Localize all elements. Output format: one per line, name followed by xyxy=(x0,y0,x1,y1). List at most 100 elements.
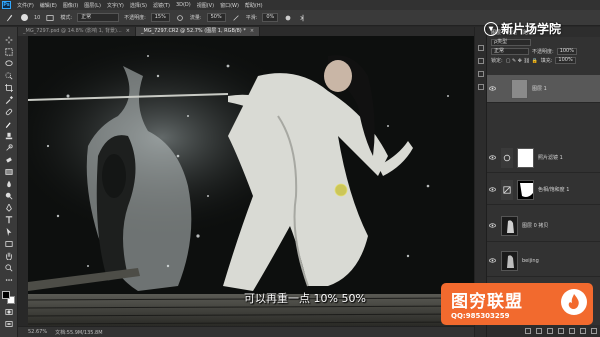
eraser-tool-icon[interactable] xyxy=(4,155,14,164)
move-tool-icon[interactable] xyxy=(4,35,14,44)
dodge-tool-icon[interactable] xyxy=(4,191,14,200)
blur-tool-icon[interactable] xyxy=(4,179,14,188)
layer-row[interactable]: 图层 0 拷贝 xyxy=(487,210,600,242)
link-layers-icon[interactable] xyxy=(525,328,531,334)
brush-tool-sidebar-icon[interactable] xyxy=(4,119,14,128)
mode-select[interactable]: 正常 xyxy=(77,13,120,22)
blend-mode-select[interactable]: 正常 xyxy=(491,48,529,55)
layer-mask-thumbnail[interactable] xyxy=(517,179,534,200)
marquee-tool-icon[interactable] xyxy=(4,47,14,56)
zoom-level[interactable]: 52.67% xyxy=(28,329,47,335)
eye-icon[interactable] xyxy=(487,223,497,228)
layer-name[interactable]: 照片滤镜 1 xyxy=(538,154,563,161)
opacity-field[interactable]: 15% xyxy=(150,13,170,22)
quick-mask-icon[interactable] xyxy=(4,307,14,316)
flame-icon xyxy=(561,289,587,315)
new-layer-icon[interactable] xyxy=(580,328,586,334)
brush-tip-icon xyxy=(20,14,28,21)
badge-qq: QQ:985303259 xyxy=(451,312,510,320)
menu-layer[interactable]: 图层(L) xyxy=(84,2,101,9)
clone-stamp-tool-icon[interactable] xyxy=(4,131,14,140)
layer-kind-filter[interactable]: ρ类型 xyxy=(491,38,531,46)
smoothing-settings-icon[interactable] xyxy=(283,13,293,23)
brush-tool-icon[interactable] xyxy=(4,13,14,23)
menu-view[interactable]: 视图(V) xyxy=(197,2,214,9)
mode-label: 模式: xyxy=(60,15,73,21)
photo-image xyxy=(28,36,474,326)
eye-icon[interactable] xyxy=(487,258,497,263)
document-size: 文档:55.9M/135.8M xyxy=(55,329,103,336)
layer-row[interactable]: beijing xyxy=(487,245,600,277)
pressure-opacity-icon[interactable] xyxy=(175,13,185,23)
fill-field[interactable]: 100% xyxy=(555,57,576,64)
menu-window[interactable]: 窗口(W) xyxy=(220,2,239,9)
menu-select[interactable]: 选择(S) xyxy=(130,2,147,9)
more-tools-icon[interactable] xyxy=(4,275,14,284)
adjustment-layer-icon[interactable] xyxy=(558,328,564,334)
brush-settings-icon[interactable] xyxy=(45,13,55,23)
document-canvas[interactable]: 可以再重一点 10% 50% xyxy=(28,36,474,326)
foreground-color-swatch[interactable] xyxy=(1,291,10,299)
menu-filter[interactable]: 滤镜(T) xyxy=(153,2,170,9)
menu-bar: Ps 文件(F) 编辑(E) 图像(I) 图层(L) 文字(Y) 选择(S) 滤… xyxy=(0,0,600,10)
properties-panel-icon[interactable] xyxy=(477,58,484,64)
history-panel-icon[interactable] xyxy=(477,45,484,51)
close-icon[interactable]: × xyxy=(126,27,130,36)
close-icon[interactable]: × xyxy=(250,27,254,36)
menu-3d[interactable]: 3D(D) xyxy=(176,2,191,8)
layer-style-icon[interactable] xyxy=(536,328,542,334)
smoothing-label: 平滑: xyxy=(245,15,258,21)
airbrush-icon[interactable] xyxy=(231,13,241,23)
menu-image[interactable]: 图像(I) xyxy=(63,2,78,9)
delete-layer-icon[interactable] xyxy=(591,328,597,334)
quick-select-tool-icon[interactable] xyxy=(4,71,14,80)
tab-label: _MG_7297.psd @ 14.8% (影响 1, 背景)... xyxy=(23,28,122,34)
history-brush-tool-icon[interactable] xyxy=(4,143,14,152)
layers-panel-footer xyxy=(487,325,600,337)
eyedropper-tool-icon[interactable] xyxy=(4,95,14,104)
lock-icons[interactable]: ▢ ✎ ✥ ⛓ 🔒 xyxy=(506,58,538,64)
tab-psd-document[interactable]: _MG_7297.psd @ 14.8% (影响 1, 背景)... × xyxy=(18,27,136,36)
tab-label: _MG_7297.CR2 @ 52.7% (图层 1, RGB/8) * xyxy=(140,28,246,34)
menu-edit[interactable]: 编辑(E) xyxy=(40,2,57,9)
hand-tool-icon[interactable] xyxy=(4,251,14,260)
layer-name[interactable]: 图层 1 xyxy=(532,85,547,92)
flow-field[interactable]: 50% xyxy=(206,13,226,22)
adjustments-panel-icon[interactable] xyxy=(477,71,484,77)
brush-preset-picker[interactable] xyxy=(19,13,29,23)
add-mask-icon[interactable] xyxy=(547,328,553,334)
menu-file[interactable]: 文件(F) xyxy=(17,2,34,9)
tab-cr2-document[interactable]: _MG_7297.CR2 @ 52.7% (图层 1, RGB/8) * × xyxy=(135,27,261,36)
gradient-tool-icon[interactable] xyxy=(4,167,14,176)
layer-name[interactable]: 色相/饱和度 1 xyxy=(538,186,569,193)
zoom-tool-icon[interactable] xyxy=(4,263,14,272)
eye-icon[interactable] xyxy=(487,187,497,192)
opacity-label: 不透明度: xyxy=(124,15,146,21)
layer-row[interactable]: 照片滤镜 1 xyxy=(487,143,600,173)
type-tool-icon[interactable] xyxy=(4,215,14,224)
lasso-tool-icon[interactable] xyxy=(4,59,14,68)
crop-tool-icon[interactable] xyxy=(4,83,14,92)
blend-opacity-row: 正常 不透明度: 100% xyxy=(487,47,600,56)
eye-icon[interactable] xyxy=(487,86,497,91)
layer-opacity-field[interactable]: 100% xyxy=(556,48,577,55)
smoothing-field[interactable]: 0% xyxy=(262,13,279,22)
layer-mask-thumbnail[interactable] xyxy=(517,147,534,168)
layer-name[interactable]: beijing xyxy=(522,258,539,264)
screen-mode-icon[interactable] xyxy=(4,319,14,328)
menu-help[interactable]: 帮助(H) xyxy=(245,2,263,9)
layer-row[interactable]: 图层 1 xyxy=(487,75,600,103)
lock-fill-row: 锁定: ▢ ✎ ✥ ⛓ 🔒 填充: 100% xyxy=(487,56,600,65)
new-group-icon[interactable] xyxy=(569,328,575,334)
symmetry-icon[interactable] xyxy=(298,13,308,23)
libraries-panel-icon[interactable] xyxy=(477,84,484,90)
pen-tool-icon[interactable] xyxy=(4,203,14,212)
color-swatches[interactable] xyxy=(1,291,16,304)
rectangle-tool-icon[interactable] xyxy=(4,239,14,248)
layer-row[interactable]: 色相/饱和度 1 xyxy=(487,175,600,205)
layer-name[interactable]: 图层 0 拷贝 xyxy=(522,222,548,229)
eye-icon[interactable] xyxy=(487,155,497,160)
healing-brush-tool-icon[interactable] xyxy=(4,107,14,116)
path-select-tool-icon[interactable] xyxy=(4,227,14,236)
menu-type[interactable]: 文字(Y) xyxy=(107,2,124,9)
